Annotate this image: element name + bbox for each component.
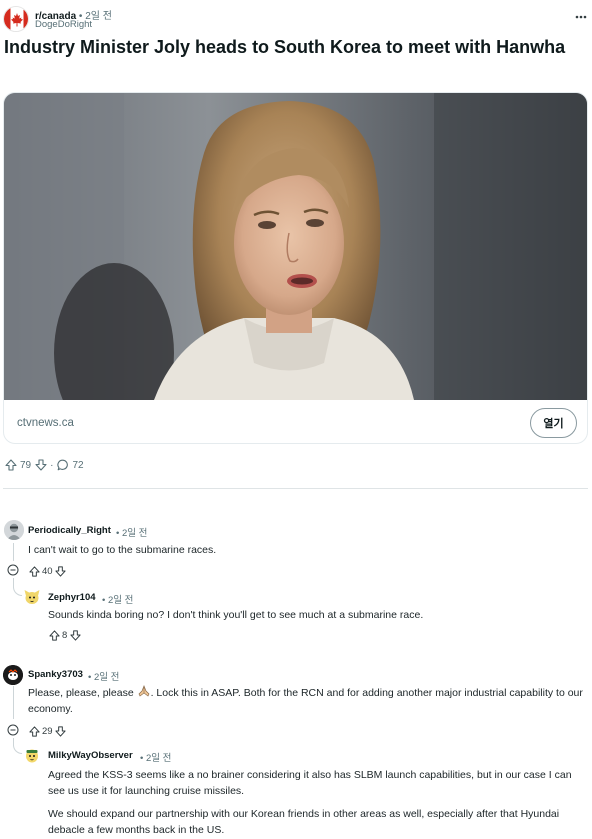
comment-body: Sounds kinda boring no? I don't think yo… (48, 609, 424, 621)
article-thumbnail-image[interactable] (4, 93, 588, 400)
upvote-button[interactable] (4, 459, 17, 472)
action-separator: · (50, 459, 54, 471)
downvote-icon (35, 459, 47, 471)
comment-time: • 2일 전 (102, 595, 134, 606)
overflow-menu-icon (575, 15, 587, 19)
comment-author[interactable]: Spanky3703 (28, 669, 83, 680)
comment-author[interactable]: Zephyr104 (48, 592, 96, 603)
downvote-icon (55, 565, 66, 577)
comment-count[interactable]: 72 (72, 460, 83, 471)
comment-time: • 2일 전 (88, 672, 120, 683)
upvote-icon (4, 459, 17, 471)
downvote-button[interactable] (34, 459, 47, 472)
thread-line (13, 686, 14, 719)
upvote-button[interactable] (48, 629, 60, 641)
comment-body: I can't wait to go to the submarine race… (28, 544, 217, 556)
comment-actions: 29 (28, 724, 67, 738)
upvote-button[interactable] (28, 725, 40, 737)
comment-author[interactable]: MilkyWayObserver (48, 750, 133, 761)
comment-time: • 2일 전 (140, 753, 172, 764)
post-header: r/canada • 2일 전 DogeDoRight (0, 0, 592, 34)
subreddit-avatar[interactable] (3, 6, 29, 32)
comment-vote-count: 29 (42, 725, 53, 737)
comment-time: • 2일 전 (116, 528, 148, 539)
comment-body: Please, please, please . Lock this in AS… (28, 685, 588, 717)
post-title[interactable]: Industry Minister Joly heads to South Ko… (4, 36, 584, 59)
comment-body: We should expand our partnership with ou… (48, 808, 560, 836)
downvote-icon (55, 725, 66, 737)
comments-button[interactable] (56, 459, 69, 472)
overflow-menu-button[interactable] (574, 10, 588, 24)
thread-line (13, 543, 14, 561)
comment-actions: 8 (48, 628, 81, 642)
collapse-thread-icon[interactable] (7, 724, 19, 736)
open-link-button[interactable]: 열기 (530, 408, 577, 438)
post-vote-count: 79 (20, 459, 32, 471)
comment-vote-count: 8 (62, 629, 68, 641)
user-avatar-icon (3, 665, 23, 685)
canada-flag-icon (4, 7, 28, 31)
post-author[interactable]: DogeDoRight (35, 19, 92, 30)
upvote-icon (48, 629, 60, 641)
collapse-thread-icon[interactable] (7, 564, 19, 576)
avatar[interactable] (22, 587, 42, 607)
user-avatar-icon (22, 745, 42, 765)
upvote-icon (28, 725, 40, 737)
avatar[interactable] (22, 745, 42, 765)
link-domain[interactable]: ctvnews.ca (17, 417, 74, 429)
comment-actions: 40 (28, 564, 67, 578)
upvote-icon (28, 565, 40, 577)
upvote-button[interactable] (28, 565, 40, 577)
downvote-button[interactable] (55, 725, 67, 737)
downvote-icon (70, 629, 81, 641)
avatar[interactable] (4, 520, 24, 540)
post-comments-divider (3, 488, 588, 489)
post-action-bar: 79 · 72 (4, 457, 87, 473)
user-avatar-icon (22, 587, 42, 607)
praying-hands-icon (138, 685, 150, 697)
avatar[interactable] (3, 665, 23, 685)
comment-icon (57, 459, 68, 471)
comment-author[interactable]: Periodically_Right (28, 525, 111, 536)
comment-vote-count: 40 (42, 565, 53, 577)
downvote-button[interactable] (69, 629, 81, 641)
user-avatar-icon (4, 520, 24, 540)
link-preview-card[interactable]: ctvnews.ca 열기 (3, 92, 588, 444)
downvote-button[interactable] (55, 565, 67, 577)
comment-body: Agreed the KSS-3 seems like a no brainer… (48, 769, 572, 797)
comment-text: Please, please, please (28, 687, 137, 699)
